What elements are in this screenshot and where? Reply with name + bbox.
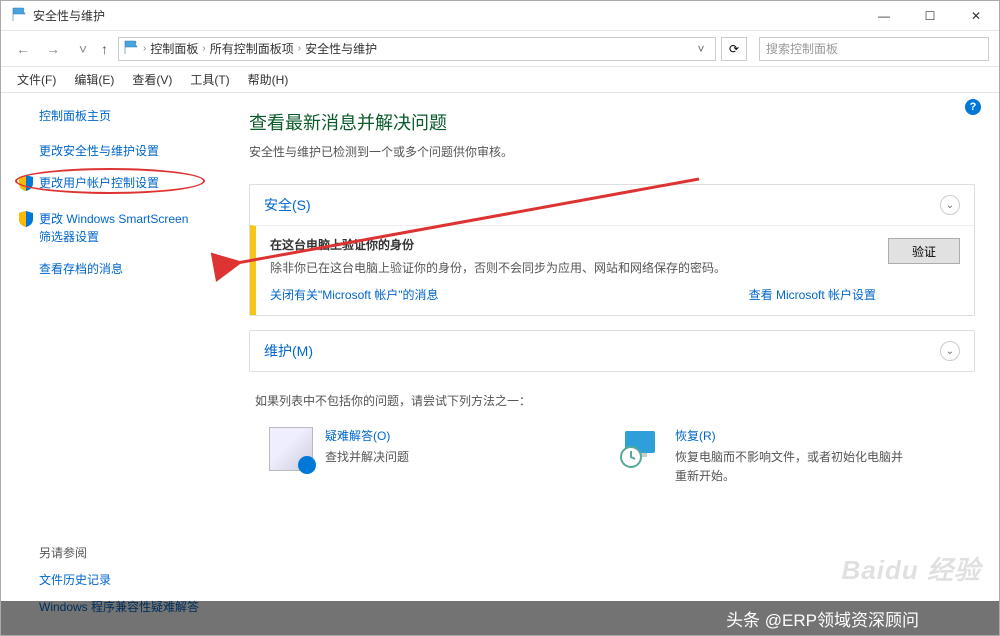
caption-bar: 头条 @ERP领域资深顾问 (1, 601, 999, 635)
sidebar-link-label: 更改用户帐户控制设置 (39, 174, 159, 192)
page-title: 查看最新消息并解决问题 (249, 109, 975, 135)
security-header[interactable]: 安全(S) ⌄ (250, 185, 974, 225)
address-bar[interactable]: › 控制面板 › 所有控制面板项 › 安全性与维护 ˅ (118, 37, 716, 61)
sidebar-link-change-security-settings[interactable]: 更改安全性与维护设置 (19, 142, 221, 160)
troubleshoot-icon (269, 427, 313, 471)
help-icon[interactable]: ? (965, 99, 981, 115)
maintenance-section: 维护(M) ⌄ (249, 330, 975, 372)
history-dropdown[interactable]: ˅ (71, 37, 95, 61)
window-controls: — ☐ ✕ (861, 1, 999, 30)
fallback-text: 如果列表中不包括你的问题，请尝试下列方法之一： (255, 392, 975, 409)
sidebar-link-change-uac-settings[interactable]: 更改用户帐户控制设置 (19, 174, 221, 196)
chevron-right-icon: › (298, 43, 301, 54)
search-placeholder: 搜索控制面板 (766, 40, 838, 57)
breadcrumb-item[interactable]: 所有控制面板项 (210, 40, 294, 57)
sidebar-home-link[interactable]: 控制面板主页 (19, 107, 221, 124)
option-troubleshoot[interactable]: 疑难解答(O) 查找并解决问题 (269, 427, 559, 486)
recovery-icon (619, 427, 663, 471)
page-subtitle: 安全性与维护已检测到一个或多个问题供你审核。 (249, 143, 975, 160)
search-input[interactable]: 搜索控制面板 (759, 37, 989, 61)
view-ms-account-link[interactable]: 查看 Microsoft 帐户设置 (749, 286, 876, 303)
navbar: ← → ˅ ↑ › 控制面板 › 所有控制面板项 › 安全性与维护 ˅ ⟳ 搜索… (1, 31, 999, 67)
menubar: 文件(F) 编辑(E) 查看(V) 工具(T) 帮助(H) (1, 67, 999, 93)
sidebar-link-label: 查看存档的消息 (39, 260, 123, 278)
option-title: 疑难解答(O) (325, 427, 409, 444)
menu-view[interactable]: 查看(V) (124, 68, 180, 91)
seealso-file-history[interactable]: 文件历史记录 (39, 571, 221, 588)
sidebar-link-smartscreen-settings[interactable]: 更改 Windows SmartScreen 筛选器设置 (19, 210, 221, 246)
option-title: 恢复(R) (675, 427, 909, 444)
sidebar: 控制面板主页 更改安全性与维护设置 更改用户帐户控制设置 更改 Windows … (1, 93, 231, 635)
security-title: 安全(S) (264, 195, 311, 215)
warning-text: 除非你已在这台电脑上验证你的身份，否则不会同步为应用、网站和网络保存的密码。 (270, 259, 876, 278)
maintenance-header[interactable]: 维护(M) ⌄ (250, 331, 974, 371)
forward-button[interactable]: → (41, 37, 65, 61)
maintenance-title: 维护(M) (264, 341, 313, 361)
back-button[interactable]: ← (11, 37, 35, 61)
shield-icon (19, 175, 33, 196)
breadcrumb-item[interactable]: 控制面板 (150, 40, 198, 57)
shield-icon (19, 211, 33, 232)
up-button[interactable]: ↑ (101, 41, 108, 57)
option-recovery[interactable]: 恢复(R) 恢复电脑而不影响文件，或者初始化电脑并重新开始。 (619, 427, 909, 486)
refresh-button[interactable]: ⟳ (721, 37, 747, 61)
breadcrumb-item[interactable]: 安全性与维护 (305, 40, 377, 57)
watermark: Baidu 经验 (842, 550, 981, 587)
window-title: 安全性与维护 (33, 7, 861, 24)
option-desc: 恢复电脑而不影响文件，或者初始化电脑并重新开始。 (675, 448, 909, 486)
flag-icon (123, 39, 139, 58)
security-section: 安全(S) ⌄ 在这台电脑上验证你的身份 除非你已在这台电脑上验证你的身份，否则… (249, 184, 975, 316)
menu-tools[interactable]: 工具(T) (182, 68, 237, 91)
sidebar-link-label: 更改安全性与维护设置 (39, 142, 159, 160)
menu-file[interactable]: 文件(F) (9, 68, 64, 91)
minimize-button[interactable]: — (861, 1, 907, 30)
dismiss-ms-account-link[interactable]: 关闭有关"Microsoft 帐户"的消息 (270, 286, 439, 303)
chevron-down-icon: ⌄ (940, 341, 960, 361)
options-row: 疑难解答(O) 查找并解决问题 恢复(R) 恢复电脑而不影响文件，或者初始化电脑… (249, 427, 975, 486)
verify-button[interactable]: 验证 (888, 238, 960, 264)
menu-help[interactable]: 帮助(H) (240, 68, 297, 91)
sidebar-link-archived-messages[interactable]: 查看存档的消息 (19, 260, 221, 278)
chevron-right-icon: › (202, 43, 205, 54)
warning-title: 在这台电脑上验证你的身份 (270, 236, 876, 253)
titlebar: 安全性与维护 — ☐ ✕ (1, 1, 999, 31)
maximize-button[interactable]: ☐ (907, 1, 953, 30)
option-desc: 查找并解决问题 (325, 448, 409, 467)
close-button[interactable]: ✕ (953, 1, 999, 30)
sidebar-link-label: 更改 Windows SmartScreen 筛选器设置 (39, 210, 188, 246)
address-dropdown[interactable]: ˅ (691, 42, 711, 56)
security-warning: 在这台电脑上验证你的身份 除非你已在这台电脑上验证你的身份，否则不会同步为应用、… (250, 225, 974, 315)
seealso-heading: 另请参阅 (39, 544, 221, 561)
chevron-down-icon: ⌄ (940, 195, 960, 215)
flag-icon (11, 6, 27, 25)
chevron-right-icon: › (143, 43, 146, 54)
menu-edit[interactable]: 编辑(E) (66, 68, 122, 91)
